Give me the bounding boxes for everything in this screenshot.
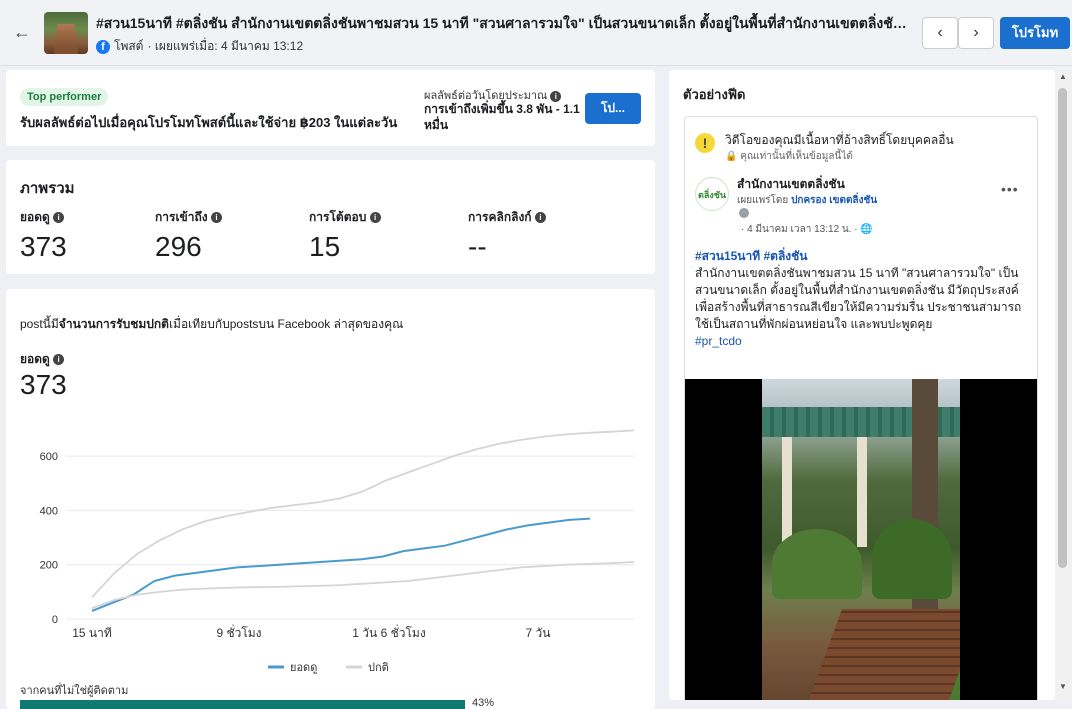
facebook-icon: f	[96, 39, 110, 54]
views-line-chart: 0 200 400 600 15 นาที 9 ชั่วโมง 1 วัน 6 ชั่วโม…	[40, 429, 635, 674]
x-tick-label: 1 วัน 6 ชั่วโมง	[352, 624, 425, 640]
warning-icon: !	[695, 133, 715, 153]
back-button[interactable]: ←	[10, 20, 34, 44]
estimate-value: การเข้าถึงเพิ่มขึ้น 3.8 พัน - 1.1 หมื่น	[424, 102, 580, 132]
preview-scrollbar[interactable]: ▲ ▼	[1055, 70, 1071, 700]
post-published: · เผยแพร่เมื่อ: 4 มีนาคม 13:12	[147, 39, 304, 53]
info-icon[interactable]: i	[534, 212, 546, 224]
preview-title: ตัวอย่างฟีด	[683, 87, 746, 102]
arrow-left-icon: ←	[13, 22, 31, 42]
x-tick-label: 7 วัน	[526, 626, 551, 640]
y-tick-label: 600	[40, 451, 58, 463]
warning-subtext: 🔒 คุณเท่านั้นที่เห็นข้อมูลนี้ได้	[725, 151, 853, 162]
metric-link-clicks: การคลิกลิงก์ i --	[468, 208, 546, 263]
x-tick-label: 15 นาที	[72, 626, 112, 640]
info-icon[interactable]: i	[550, 90, 562, 102]
post-video[interactable]	[685, 379, 1037, 700]
y-tick-label: 200	[40, 560, 58, 572]
info-icon[interactable]: i	[53, 354, 65, 366]
metric-engagement: การโต้ตอบ i 15	[309, 208, 381, 263]
y-tick-label: 0	[52, 614, 58, 626]
info-icon[interactable]: i	[53, 212, 65, 224]
x-tick-label: 9 ชั่วโมง	[216, 624, 261, 640]
overview-title: ภาพรวม	[20, 180, 75, 197]
scroll-up-icon[interactable]: ▲	[1055, 72, 1071, 84]
more-options-icon[interactable]: •••	[1001, 181, 1019, 197]
copyright-warning: วิดีโอของคุณมีเนื้อหาที่อ้างสิทธิ์โดยบุค…	[725, 133, 954, 147]
chevron-right-icon: ›	[973, 24, 979, 41]
post-thumbnail	[44, 12, 88, 54]
feed-preview-card: ตัวอย่างฟีด ! วิดีโอของคุณมีเนื้อหาที่อ้…	[669, 70, 1055, 700]
legend-label-views: ยอดดู	[290, 662, 317, 674]
person-icon	[739, 208, 749, 218]
non-follower-bar	[20, 700, 465, 709]
post-type: โพสต์	[114, 39, 144, 53]
y-tick-label: 400	[40, 505, 58, 517]
post-title: #สวน15นาที #ตลิ่งชัน สำนักงานเขตตลิ่งชัน…	[96, 15, 916, 31]
metric-views: ยอดดู i 373	[20, 210, 67, 262]
chart-metric-value: 373	[20, 369, 67, 400]
post-header: ← #สวน15นาที #ตลิ่งชัน สำนักงานเขตตลิ่งช…	[0, 0, 1072, 66]
post-hashtag-pr[interactable]: #pr_tcdo	[695, 334, 742, 348]
chevron-left-icon: ‹	[937, 24, 943, 41]
chart-metric-label: ยอดดู i	[20, 350, 65, 369]
globe-icon: 🌐	[860, 224, 873, 235]
prev-post-button[interactable]: ‹	[922, 17, 958, 49]
non-follower-pct: 43%	[472, 697, 495, 709]
post-hashtags[interactable]: #สวน15นาที #ตลิ่งชัน	[695, 247, 808, 266]
lock-icon: 🔒	[725, 151, 738, 162]
video-frame	[762, 379, 960, 700]
top-performer-card: Top performer รับผลลัพธ์ต่อไปเมื่อคุณโปร…	[6, 70, 655, 146]
scroll-down-icon[interactable]: ▼	[1055, 682, 1071, 694]
chart-description: postนี้มีจำนวนการรับชมปกติเมื่อเทียบกับp…	[20, 317, 404, 331]
post-body: สำนักงานเขตตลิ่งชันพาชมสวน 15 นาที "สวนศ…	[695, 266, 1022, 348]
promote-button[interactable]: โปรโมท	[1000, 17, 1070, 49]
info-icon[interactable]: i	[210, 212, 222, 224]
post-meta: f โพสต์ · เผยแพร่เมื่อ: 4 มีนาคม 13:12	[96, 37, 303, 56]
next-post-button[interactable]: ›	[958, 17, 994, 49]
top-performer-text: รับผลลัพธ์ต่อไปเมื่อคุณโปรโมทโพสต์นี้และ…	[20, 115, 398, 130]
non-follower-label: จากคนที่ไม่ใช่ผู้ติดตาม	[20, 685, 129, 697]
scrollbar-thumb[interactable]	[1058, 88, 1067, 568]
page-name[interactable]: สำนักงานเขตตลิ่งชัน	[737, 175, 845, 194]
metric-reach: การเข้าถึง i 296	[155, 208, 222, 263]
boost-button[interactable]: โป...	[585, 93, 641, 124]
post-date: · 4 มีนาคม เวลา 13:12 น. · 🌐	[741, 224, 873, 235]
overview-card: ภาพรวม ยอดดู i 373 การเข้าถึง i 296 การโ…	[6, 160, 655, 274]
legend-label-normal: ปกติ	[368, 662, 389, 674]
page-avatar[interactable]: ตลิ่งชัน	[695, 177, 729, 211]
published-by: เผยแพร่โดย ปกครอง เขตตลิ่งชัน	[737, 195, 878, 206]
series-line-3	[91, 561, 635, 609]
feed-post-preview: ! วิดีโอของคุณมีเนื้อหาที่อ้างสิทธิ์โดยบ…	[684, 116, 1038, 700]
top-performer-badge: Top performer	[20, 88, 109, 106]
series-line-2	[91, 429, 635, 598]
views-chart-card: postนี้มีจำนวนการรับชมปกติเมื่อเทียบกับp…	[6, 289, 655, 709]
info-icon[interactable]: i	[369, 212, 381, 224]
